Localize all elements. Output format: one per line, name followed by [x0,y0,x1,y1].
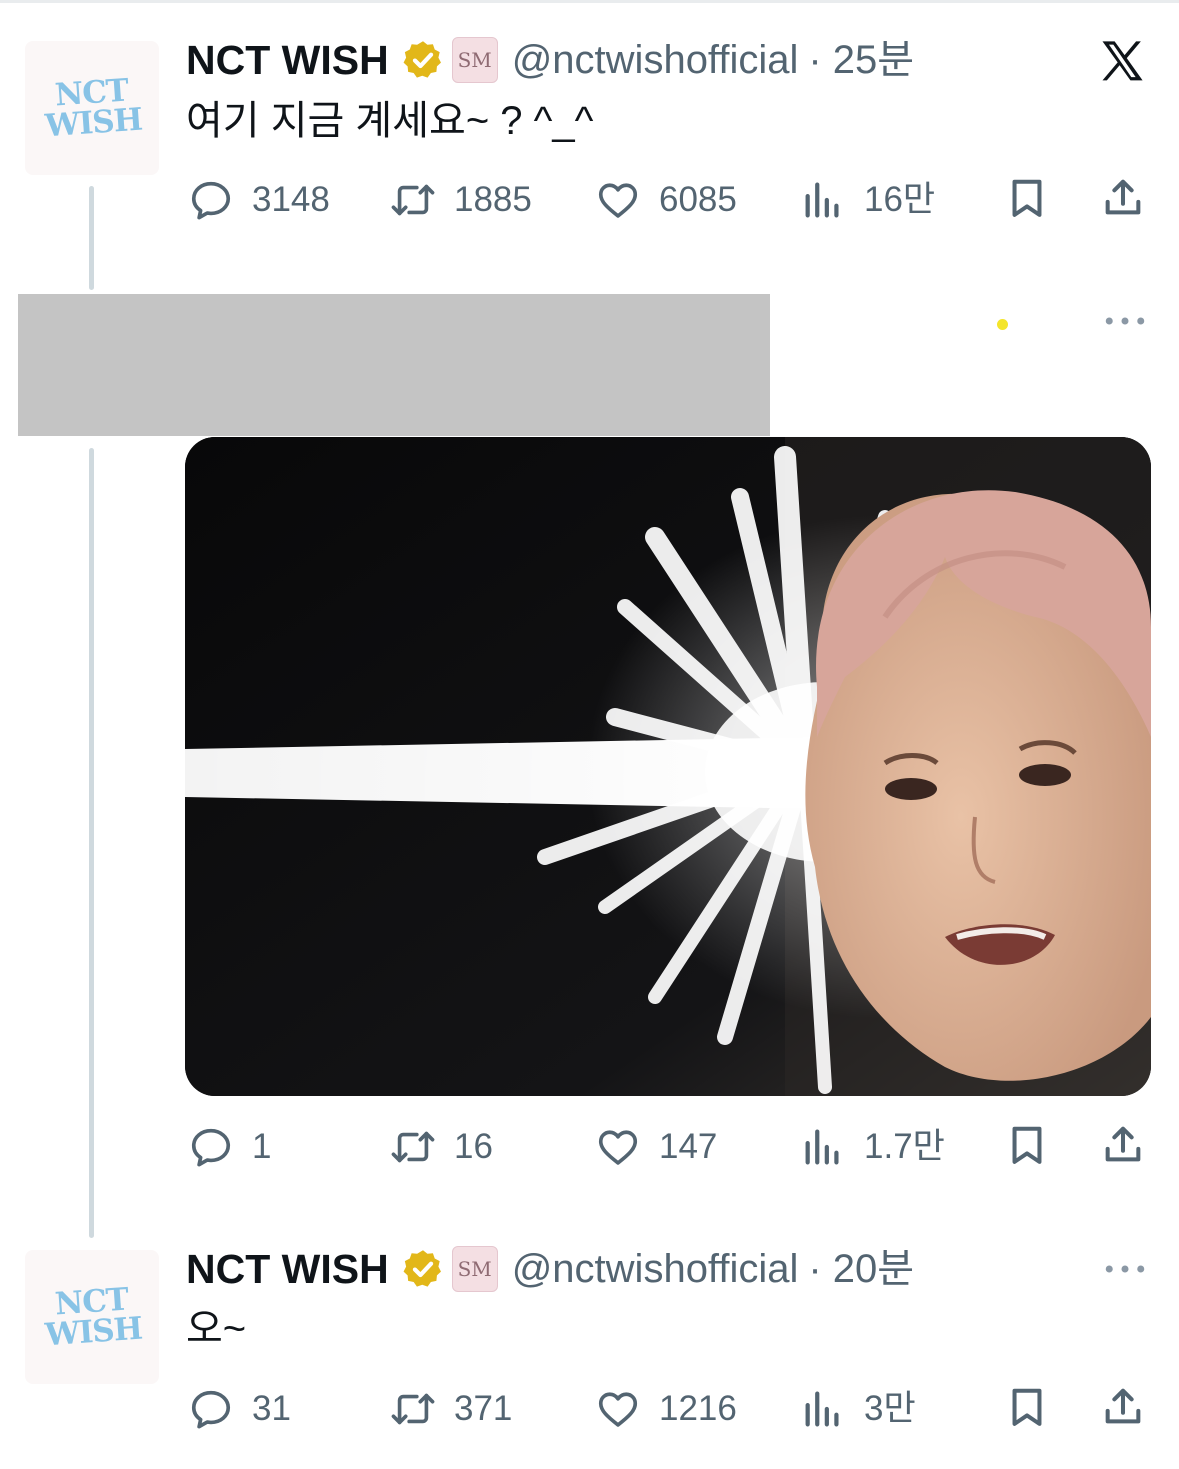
bar-chart-icon [800,1386,846,1432]
verified-badge-icon [401,38,445,82]
bookmark-button[interactable] [1004,175,1050,221]
heart-icon [595,1386,641,1432]
avatar-logo: NCT WISH [42,1282,143,1354]
display-name[interactable]: NCT WISH [186,1245,389,1293]
more-horizontal-icon[interactable] [1104,1262,1146,1276]
bookmark-icon [1004,175,1050,221]
avatar-logo: NCT WISH [42,73,143,145]
retweet-arrows-icon [390,177,436,223]
retweet-arrows-icon [390,1124,436,1170]
verified-badge-icon [401,1247,445,1291]
like-count: 147 [659,1127,718,1166]
avatar[interactable]: NCT WISH [25,41,159,175]
retweet-button[interactable]: 1885 [390,175,532,225]
bookmark-icon [1004,1122,1050,1168]
like-count: 1216 [659,1389,737,1428]
retweet-arrows-icon [390,1386,436,1432]
retweet-count: 371 [454,1389,513,1428]
retweet-button[interactable]: 371 [390,1384,512,1434]
bookmark-button[interactable] [1004,1384,1050,1430]
media-illustration [185,437,1151,1096]
retweet-count: 16 [454,1127,493,1166]
thread-connector-line [89,448,94,1238]
speech-bubble-icon [188,1386,234,1432]
share-upload-icon [1100,175,1146,221]
share-button[interactable] [1100,175,1146,221]
retweet-count: 1885 [454,180,532,219]
views-button[interactable]: 1.7만 [800,1122,945,1172]
retweet-button[interactable]: 16 [390,1122,493,1172]
display-name[interactable]: NCT WISH [186,36,389,84]
affiliate-badge-icon[interactable]: SM [451,37,498,83]
user-handle[interactable]: @nctwishofficial [512,1245,799,1293]
views-button[interactable]: 3만 [800,1384,916,1434]
reply-button[interactable]: 1 [188,1122,271,1172]
redacted-header-block [18,294,770,436]
top-divider [0,0,1179,3]
share-upload-icon [1100,1122,1146,1168]
views-count: 16만 [864,180,936,219]
views-button[interactable]: 16만 [800,175,935,225]
bar-chart-icon [800,1124,846,1170]
more-horizontal-icon[interactable] [1104,314,1146,328]
tweet-media-image[interactable] [185,437,1151,1096]
bookmark-button[interactable] [1004,1122,1050,1168]
reply-count: 3148 [252,180,330,219]
tweet-text: 오~ [186,1307,247,1351]
views-count: 3만 [864,1389,916,1428]
tweet-timestamp[interactable]: · 25분 [808,36,914,84]
reply-button[interactable]: 31 [188,1384,291,1434]
thread-connector-line [89,186,94,290]
tweet-text: 여기 지금 계세요~ ? ^_^ [186,99,594,143]
affiliate-badge-icon[interactable]: SM [451,1246,498,1292]
share-button[interactable] [1100,1122,1146,1168]
like-button[interactable]: 147 [595,1122,717,1172]
reply-count: 31 [252,1389,291,1428]
heart-icon [595,177,641,223]
avatar[interactable]: NCT WISH [25,1250,159,1384]
tweet-timestamp[interactable]: · 20분 [808,1245,914,1293]
avatar-logo-line2: WISH [43,101,143,145]
share-button[interactable] [1100,1384,1146,1430]
heart-icon [595,1124,641,1170]
tweet-header: NCT WISH SM @nctwishofficial · 20분 [186,1245,914,1293]
reply-button[interactable]: 3148 [188,175,330,225]
bar-chart-icon [800,177,846,223]
like-button[interactable]: 1216 [595,1384,737,1434]
tweet-header: NCT WISH SM @nctwishofficial · 25분 [186,36,914,84]
share-upload-icon [1100,1384,1146,1430]
x-logo-icon[interactable] [1096,36,1148,88]
like-count: 6085 [659,180,737,219]
yellow-dot [997,319,1008,330]
reply-count: 1 [252,1127,272,1166]
speech-bubble-icon [188,1124,234,1170]
like-button[interactable]: 6085 [595,175,737,225]
speech-bubble-icon [188,177,234,223]
avatar-logo-line2: WISH [43,1310,143,1354]
bookmark-icon [1004,1384,1050,1430]
views-count: 1.7만 [864,1127,945,1166]
user-handle[interactable]: @nctwishofficial [512,36,799,84]
